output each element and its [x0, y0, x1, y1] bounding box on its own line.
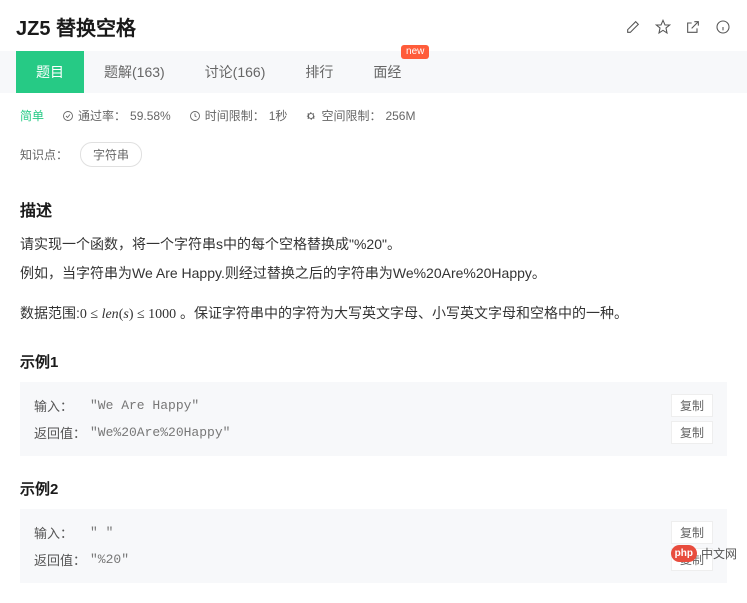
brand-text: 中文网	[701, 545, 737, 562]
pass-rate: 通过率：59.58%	[62, 107, 171, 124]
footer-brand: php 中文网	[671, 545, 737, 562]
tags-row: 知识点： 字符串	[0, 138, 747, 181]
output-value: "We%20Are%20Happy"	[90, 425, 230, 440]
tab-interview[interactable]: 面经 new	[353, 51, 421, 93]
tab-interview-label: 面经	[373, 62, 401, 82]
tab-solutions[interactable]: 题解(163)	[84, 51, 185, 93]
description-range: 数据范围:0 ≤ len(s) ≤ 1000 。保证字符串中的字符为大写英文字母…	[20, 300, 727, 329]
check-circle-icon	[62, 110, 74, 122]
example1-input-row: 输入： "We Are Happy" 复制	[34, 392, 713, 419]
input-value: "We Are Happy"	[90, 398, 199, 413]
copy-button[interactable]: 复制	[671, 394, 713, 417]
input-label: 输入：	[34, 523, 90, 542]
example2-input-row: 输入： " " 复制	[34, 519, 713, 546]
edit-icon[interactable]	[625, 19, 641, 35]
description-p2: 例如，当字符串为We Are Happy.则经过替换之后的字符串为We%20Ar…	[20, 260, 727, 287]
output-label: 返回值：	[34, 423, 90, 442]
copy-button[interactable]: 复制	[671, 421, 713, 444]
tabs: 题目 题解(163) 讨论(166) 排行 面经 new	[0, 51, 747, 93]
description-heading: 描述	[20, 197, 727, 221]
math-range: 0 ≤ len(s) ≤ 1000	[80, 307, 176, 322]
example1-output-row: 返回值： "We%20Are%20Happy" 复制	[34, 419, 713, 446]
new-badge: new	[401, 45, 429, 59]
description-p1: 请实现一个函数，将一个字符串s中的每个空格替换成"%20"。	[20, 231, 727, 258]
tags-label: 知识点：	[20, 146, 68, 163]
time-limit: 时间限制：1秒	[189, 107, 288, 124]
example1-heading: 示例1	[20, 351, 727, 372]
example2-output-row: 返回值： "%20" 复制	[34, 546, 713, 573]
example2-box: 输入： " " 复制 返回值： "%20" 复制	[20, 509, 727, 583]
tag-item[interactable]: 字符串	[80, 142, 142, 167]
brand-logo: php	[671, 545, 697, 562]
meta-row: 简单 通过率：59.58% 时间限制：1秒 空间限制：256M	[0, 93, 747, 138]
page-title: JZ5 替换空格	[16, 12, 136, 41]
input-label: 输入：	[34, 396, 90, 415]
share-icon[interactable]	[685, 19, 701, 35]
output-label: 返回值：	[34, 550, 90, 569]
clock-icon	[189, 110, 201, 122]
content: 描述 请实现一个函数，将一个字符串s中的每个空格替换成"%20"。 例如，当字符…	[0, 181, 747, 603]
tab-discuss[interactable]: 讨论(166)	[185, 51, 286, 93]
star-icon[interactable]	[655, 19, 671, 35]
input-value: " "	[90, 525, 113, 540]
copy-button[interactable]: 复制	[671, 521, 713, 544]
tab-ranking[interactable]: 排行	[285, 51, 353, 93]
info-icon[interactable]	[715, 19, 731, 35]
tab-problem[interactable]: 题目	[16, 51, 84, 93]
example2-heading: 示例2	[20, 478, 727, 499]
space-limit: 空间限制：256M	[305, 107, 415, 124]
gear-icon	[305, 110, 317, 122]
header-actions	[625, 19, 731, 35]
output-value: "%20"	[90, 552, 129, 567]
example1-box: 输入： "We Are Happy" 复制 返回值： "We%20Are%20H…	[20, 382, 727, 456]
difficulty-label: 简单	[20, 107, 44, 124]
header: JZ5 替换空格	[0, 0, 747, 51]
